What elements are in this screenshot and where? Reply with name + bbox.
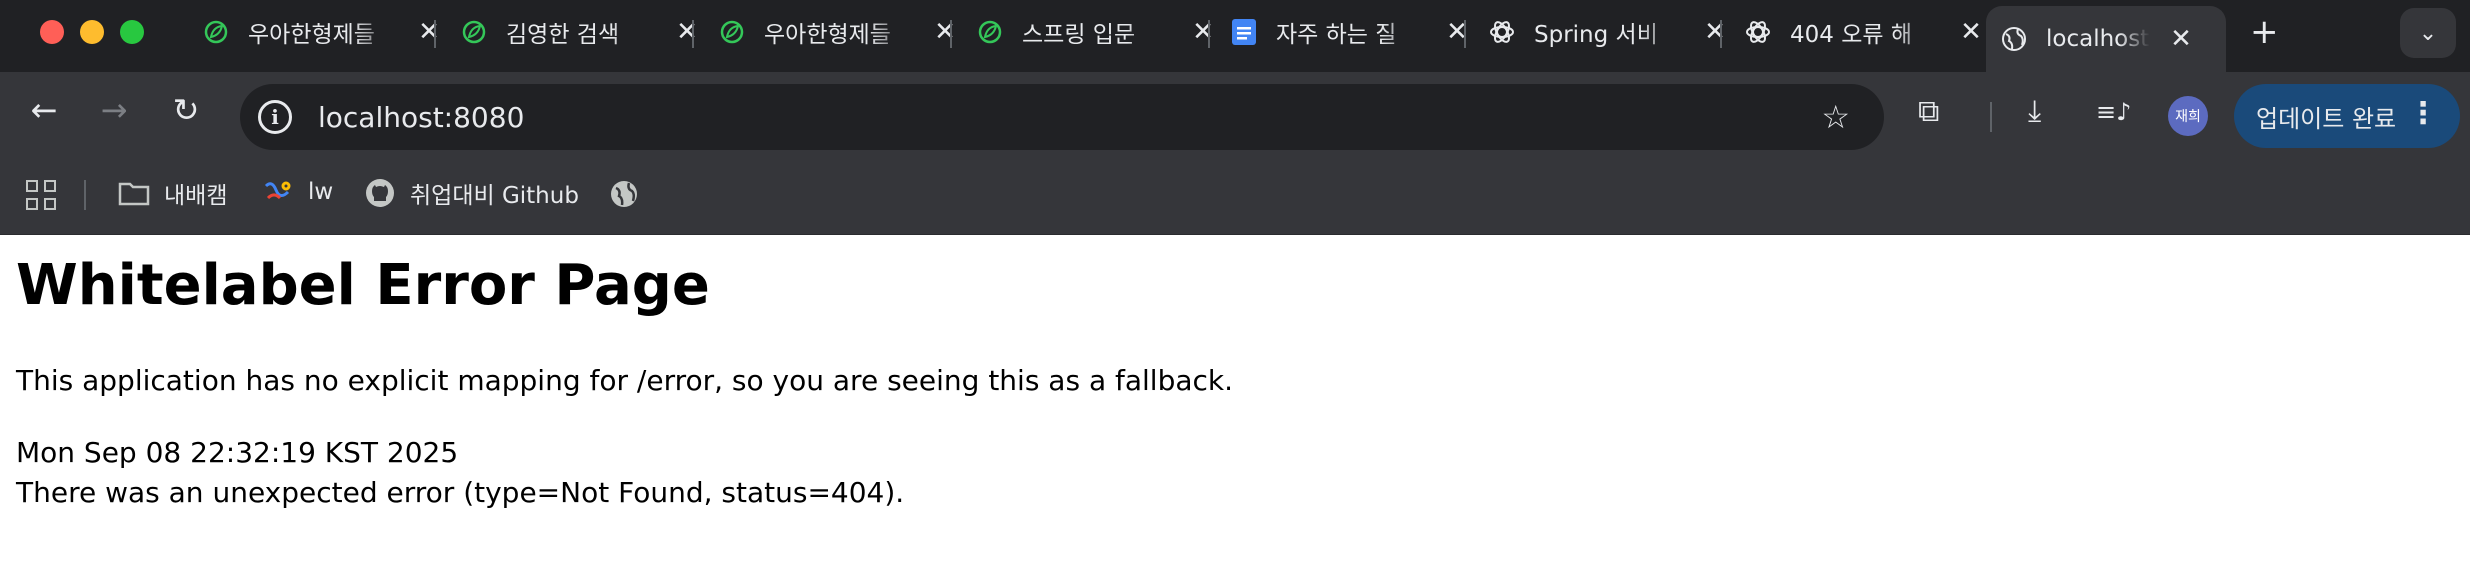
leaf-icon (202, 18, 230, 46)
error-timestamp: Mon Sep 08 22:32:19 KST 2025 (16, 436, 459, 469)
bookmark-lw[interactable]: lw (262, 176, 333, 208)
apps-grid-icon[interactable] (26, 180, 56, 210)
globe-icon (2000, 25, 2028, 53)
bookmark-label: 내배캠 (164, 183, 228, 209)
update-button[interactable]: 업데이트 완료 ⋮ (2234, 84, 2460, 148)
tab-divider (692, 20, 694, 48)
tab-close-button[interactable]: ✕ (674, 17, 700, 47)
tab-1[interactable]: 우아한형제들 ✕ (202, 0, 442, 64)
address-url[interactable]: localhost:8080 (318, 101, 524, 134)
tab-title: Spring 서비 (1534, 22, 1658, 48)
tab-close-button[interactable]: ✕ (1444, 17, 1470, 47)
browser-toolbar: ← → ↻ i localhost:8080 ☆ ⧉ ⤓ ≡♪ 재희 업데이트 … (0, 72, 2470, 152)
github-icon (364, 177, 396, 209)
reload-icon: ↻ (172, 91, 200, 129)
tab-title: 김영한 검색 (506, 22, 620, 48)
bookmark-folder-1[interactable]: 내배캠 (118, 176, 227, 210)
site-info-icon[interactable]: i (258, 100, 292, 134)
arrow-left-icon: ← (30, 91, 58, 129)
bookmark-github[interactable]: 취업대비 Github (364, 176, 579, 210)
tab-4[interactable]: 스프링 입문 ✕ (976, 0, 1216, 64)
tab-5[interactable]: 자주 하는 질 ✕ (1230, 0, 1470, 64)
tab-close-button[interactable]: ✕ (1190, 17, 1216, 47)
reload-button[interactable]: ↻ (164, 90, 208, 130)
window-zoom-button[interactable] (120, 20, 144, 44)
tab-close-button[interactable]: ✕ (1958, 17, 1984, 47)
leaf-icon (976, 18, 1004, 46)
tab-strip: 우아한형제들 ✕ 김영한 검색 ✕ 우아한형제들 ✕ 스프링 입문 ✕ 자주 하… (0, 0, 2470, 72)
tab-divider (1208, 20, 1210, 48)
google-docs-icon (1230, 18, 1258, 46)
tab-title: 우아한형제들 (764, 22, 891, 48)
chatgpt-icon (1488, 18, 1516, 46)
lw-logo-icon (262, 176, 294, 208)
bookmark-star-icon[interactable]: ☆ (1821, 98, 1850, 136)
bookmark-label: 취업대비 Github (410, 183, 579, 209)
tab-6[interactable]: Spring 서비 ✕ (1488, 0, 1728, 64)
tab-7[interactable]: 404 오류 해 ✕ (1744, 0, 1984, 64)
extensions-icon[interactable]: ⧉ (1918, 94, 1939, 130)
error-detail: There was an unexpected error (type=Not … (16, 476, 905, 509)
address-bar[interactable]: i localhost:8080 ☆ (240, 84, 1884, 150)
leaf-icon (460, 18, 488, 46)
tab-close-button[interactable]: ✕ (2168, 24, 2194, 54)
arrow-right-icon: → (100, 91, 128, 129)
error-message: This application has no explicit mapping… (16, 364, 1234, 397)
tab-divider (1464, 20, 1466, 48)
bookmarks-bar: 내배캠 lw 취업대비 Github (0, 152, 2470, 235)
menu-kebab-icon[interactable]: ⋮ (2408, 96, 2438, 132)
folder-icon (118, 177, 150, 209)
page-content: Whitelabel Error Page This application h… (0, 235, 2470, 513)
new-tab-button[interactable]: + (2250, 14, 2279, 50)
tab-8-active[interactable]: localhost:8080 ✕ (1986, 6, 2226, 72)
download-icon[interactable]: ⤓ (2028, 94, 2041, 130)
bookmark-label: lw (308, 179, 334, 205)
chevron-down-icon: ⌄ (2418, 20, 2438, 46)
update-button-label: 업데이트 완료 (2256, 104, 2397, 133)
chatgpt-icon (1744, 18, 1772, 46)
bookmarks-divider (84, 180, 86, 210)
tab-close-button[interactable]: ✕ (932, 17, 958, 47)
tab-title: 자주 하는 질 (1276, 22, 1397, 48)
tab-title: 우아한형제들 (248, 22, 375, 48)
tab-close-button[interactable]: ✕ (416, 17, 442, 47)
tab-close-button[interactable]: ✕ (1702, 17, 1728, 47)
toolbar-divider (1990, 102, 1992, 132)
tab-search-button[interactable]: ⌄ (2400, 8, 2456, 58)
tab-3[interactable]: 우아한형제들 ✕ (718, 0, 958, 64)
window-close-button[interactable] (40, 20, 64, 44)
tab-divider (1720, 20, 1722, 48)
window-minimize-button[interactable] (80, 20, 104, 44)
globe-icon[interactable] (608, 178, 640, 210)
leaf-icon (718, 18, 746, 46)
forward-button[interactable]: → (92, 90, 136, 130)
back-button[interactable]: ← (22, 90, 66, 130)
tab-title: localhost:8080 (2046, 26, 2150, 52)
tab-2[interactable]: 김영한 검색 ✕ (460, 0, 700, 64)
media-control-icon[interactable]: ≡♪ (2096, 94, 2131, 130)
tab-divider (434, 20, 436, 48)
window-controls (40, 20, 144, 44)
profile-initials: 재희 (2175, 109, 2201, 125)
tab-title: 스프링 입문 (1022, 22, 1136, 48)
tab-title: 404 오류 해 (1790, 22, 1913, 48)
page-title: Whitelabel Error Page (16, 253, 710, 318)
profile-avatar[interactable]: 재희 (2168, 96, 2208, 136)
tab-divider (950, 20, 952, 48)
